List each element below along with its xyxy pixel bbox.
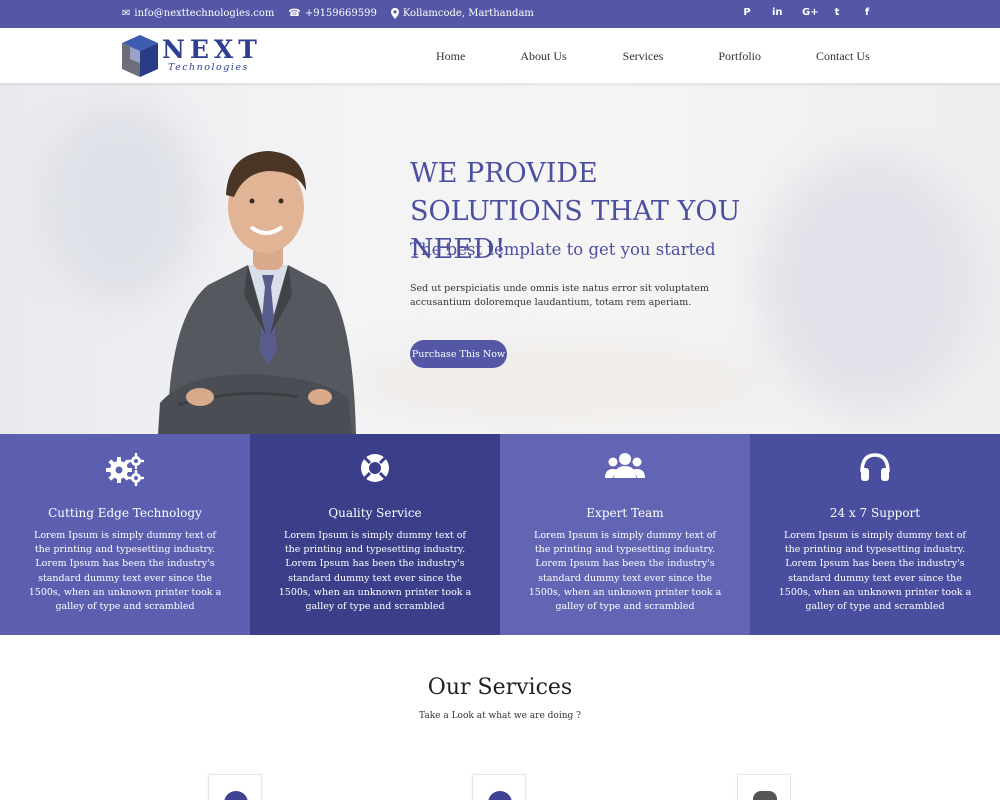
facebook-icon[interactable]: f [862,7,872,18]
services-subtitle: Take a Look at what we are doing ? [419,711,581,721]
hero-background-window [760,153,980,413]
businessman-image [158,151,356,434]
linkedin-icon[interactable]: in [772,7,783,18]
logo-subtitle: Technologies [168,62,249,73]
top-bar: ✉ info@nexttechnologies.com ☎ +915966959… [0,0,1000,28]
hero-text: Sed ut perspiciatis unde omnis iste natu… [410,283,709,308]
feature-card: Cutting Edge Technology Lorem Ipsum is s… [0,434,250,635]
feature-title: Cutting Edge Technology [48,506,202,520]
location-item: Kollamcode, Marthandam [390,8,534,19]
feature-desc: Lorem Ipsum is simply dummy text of the … [528,530,722,613]
map-marker-icon [390,8,399,19]
hero-section: WE PROVIDE SOLUTIONS THAT YOU NEED! The … [0,83,1000,434]
nav-portfolio[interactable]: Portfolio [718,49,761,64]
globe-icon [224,791,248,800]
service-card[interactable] [472,774,526,800]
contact-info: ✉ info@nexttechnologies.com ☎ +915966959… [122,8,534,19]
email-text: info@nexttechnologies.com [134,8,275,19]
logo[interactable]: NEXT Technologies [120,33,270,79]
feature-title: Expert Team [586,506,664,520]
phone-icon: ☎ [288,8,301,19]
feature-title: 24 x 7 Support [829,506,921,520]
pinterest-icon[interactable]: P [742,7,752,18]
nav-services[interactable]: Services [623,49,664,64]
service-card[interactable] [737,774,791,800]
google-plus-icon[interactable]: G+ [802,7,819,18]
logo-mark-icon [122,35,158,77]
feature-card: 24 x 7 Support Lorem Ipsum is simply dum… [750,434,1000,635]
feature-desc: Lorem Ipsum is simply dummy text of the … [28,530,222,613]
logo-brand: NEXT [162,35,262,64]
users-icon [605,453,645,478]
site-header: NEXT Technologies Home About Us Services… [0,28,1000,83]
location-text: Kollamcode, Marthandam [402,8,534,19]
email-item[interactable]: ✉ info@nexttechnologies.com [122,8,274,19]
feature-desc: Lorem Ipsum is simply dummy text of the … [778,530,972,613]
hero-subheadline: The best template to get you started [410,240,716,259]
feature-desc: Lorem Ipsum is simply dummy text of the … [278,530,472,613]
main-nav: Home About Us Services Portfolio Contact… [436,49,870,64]
nav-home[interactable]: Home [436,49,465,64]
feature-card: Expert Team Lorem Ipsum is simply dummy … [500,434,750,635]
service-card[interactable] [208,774,262,800]
headphones-icon [860,453,890,481]
feature-title: Quality Service [328,506,422,520]
phone-item[interactable]: ☎ +9159669599 [288,8,376,19]
envelope-icon: ✉ [122,8,131,19]
social-links: P in G+ t f [742,7,872,18]
features-row: Cutting Edge Technology Lorem Ipsum is s… [0,434,1000,635]
nav-about-us[interactable]: About Us [520,49,566,64]
gears-icon [106,453,144,486]
life-ring-icon [361,454,389,482]
globe-icon [488,791,512,800]
twitter-icon[interactable]: t [832,7,842,18]
feature-card: Quality Service Lorem Ipsum is simply du… [250,434,500,635]
phone-text: +9159669599 [304,8,377,19]
purchase-button[interactable]: Purchase This Now [410,340,507,368]
android-icon [753,791,777,800]
nav-contact-us[interactable]: Contact Us [816,49,870,64]
services-title: Our Services [427,675,573,700]
